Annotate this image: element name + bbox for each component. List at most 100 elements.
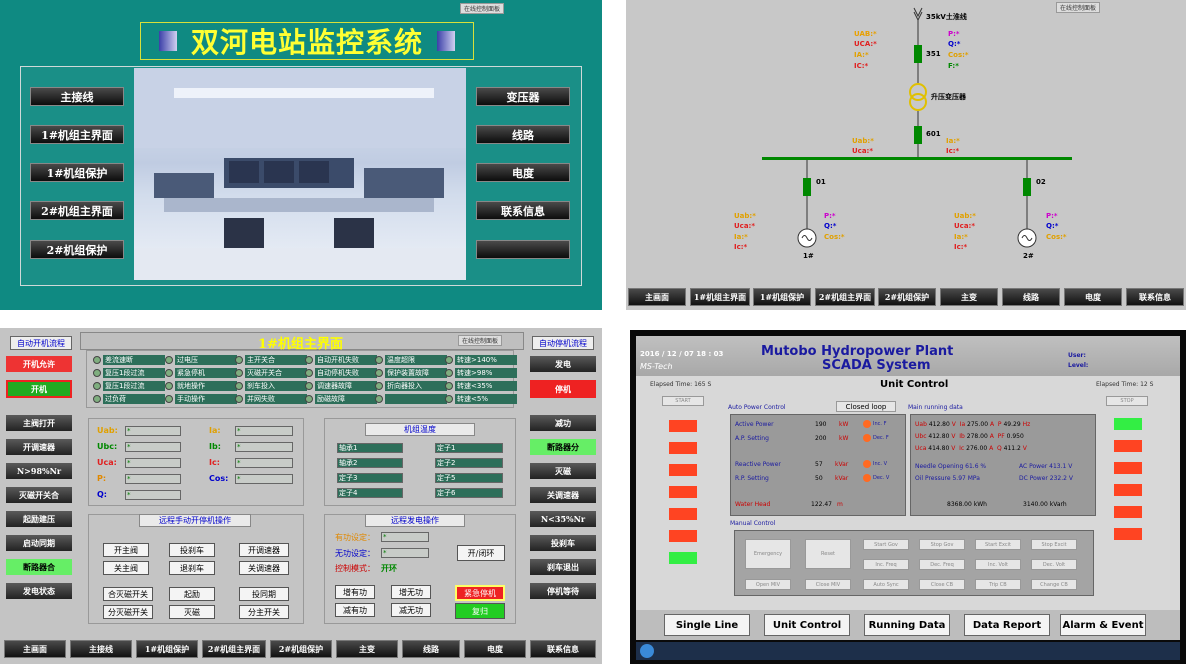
open-miv-button[interactable]: Open MIV <box>745 579 791 590</box>
change-cb-button[interactable]: Change CB <box>1031 579 1077 590</box>
start-button[interactable]: 开机 <box>6 380 72 398</box>
bearing2-temp: 轴承2 <box>337 458 403 468</box>
nav-unit1-protection[interactable]: 1#机组保护 <box>136 640 198 658</box>
g1-cos: Cos:* <box>824 233 845 241</box>
closed-loop-button[interactable]: Closed loop <box>836 401 896 412</box>
indicator: 转速>140% <box>445 355 517 365</box>
reset-button[interactable]: Reset <box>805 539 851 569</box>
stator5-temp: 定子5 <box>435 473 503 483</box>
nav-unit2-protection[interactable]: 2#机组保护 <box>878 288 936 306</box>
nav-unit2-protection[interactable]: 2#机组保护 <box>270 640 332 658</box>
unit1-main-button[interactable]: 1#机组主界面 <box>30 125 124 144</box>
nav-unit2-main[interactable]: 2#机组主界面 <box>815 288 875 306</box>
indicator: 折向器投入 <box>375 381 447 391</box>
main-wiring-button[interactable]: 主接线 <box>30 87 124 106</box>
nav-unit1-main[interactable]: 1#机组主界面 <box>690 288 750 306</box>
plant-title: Mutobo Hydropower Plant <box>761 344 954 359</box>
inc-f-lamp[interactable] <box>863 420 871 428</box>
start-button[interactable]: START <box>662 396 704 406</box>
blank-button[interactable] <box>476 240 570 259</box>
alarm-event-tab[interactable]: Alarm & Event <box>1060 614 1146 636</box>
decrease-active-button[interactable]: 减有功 <box>335 603 375 617</box>
nav-energy[interactable]: 电度 <box>464 640 526 658</box>
open-governor-button[interactable]: 开调速器 <box>239 543 289 557</box>
nav-unit1-protection[interactable]: 1#机组保护 <box>753 288 811 306</box>
nav-energy[interactable]: 电度 <box>1064 288 1122 306</box>
reactive-setpoint-input[interactable]: * <box>381 548 429 558</box>
dec-volt-button[interactable]: Dec. Volt <box>1031 559 1077 570</box>
energy-kwh: 8368.00 kWh <box>947 501 987 508</box>
emergency-button[interactable]: Emergency <box>745 539 791 569</box>
unit2-protection-button[interactable]: 2#机组保护 <box>30 240 124 259</box>
start-gov-button[interactable]: Start Gov <box>863 539 909 550</box>
line-button[interactable]: 线路 <box>476 125 570 144</box>
emergency-stop-button[interactable]: 紧急停机 <box>455 585 505 601</box>
nav-unit2-main[interactable]: 2#机组主界面 <box>202 640 266 658</box>
unit-control-tab[interactable]: Unit Control <box>764 614 850 636</box>
open-main-valve-button[interactable]: 开主阀 <box>103 543 149 557</box>
sync-on-button[interactable]: 投同期 <box>239 587 289 601</box>
stator4-temp: 定子4 <box>337 488 403 498</box>
decrease-reactive-button[interactable]: 减无功 <box>391 603 431 617</box>
step-brake-off: 刹车退出 <box>530 559 596 575</box>
water-head-unit: m <box>837 501 843 508</box>
single-line-tab[interactable]: Single Line <box>664 614 750 636</box>
close-miv-button[interactable]: Close MIV <box>805 579 851 590</box>
close-cb-button[interactable]: Close CB <box>919 579 965 590</box>
energy-button[interactable]: 电度 <box>476 163 570 182</box>
q-field: * <box>125 490 181 500</box>
stop-step <box>1114 440 1142 452</box>
unit1-protection-button[interactable]: 1#机组保护 <box>30 163 124 182</box>
nav-main[interactable]: 主画面 <box>628 288 686 306</box>
indicator: 复压1段过流 <box>93 368 165 378</box>
transformer-button[interactable]: 变压器 <box>476 87 570 106</box>
increase-reactive-button[interactable]: 增无功 <box>391 585 431 599</box>
close-main-valve-button[interactable]: 关主阀 <box>103 561 149 575</box>
close-field-breaker-button[interactable]: 合灭磁开关 <box>103 587 153 601</box>
nav-line[interactable]: 线路 <box>1002 288 1060 306</box>
step-stop-wait: 停机等待 <box>530 583 596 599</box>
stop-button[interactable]: STOP <box>1106 396 1148 406</box>
nav-main-transformer[interactable]: 主变 <box>336 640 398 658</box>
trip-cb-button[interactable]: Trip CB <box>975 579 1021 590</box>
transformer-label: 升压变压器 <box>931 93 966 101</box>
auto-sync-button[interactable]: Auto Sync <box>863 579 909 590</box>
running-data-tab[interactable]: Running Data <box>864 614 950 636</box>
close-governor-button[interactable]: 关调速器 <box>239 561 289 575</box>
unit2-main-button[interactable]: 2#机组主界面 <box>30 201 124 220</box>
dec-v-lamp[interactable] <box>863 474 871 482</box>
nav-main[interactable]: 主画面 <box>4 640 66 658</box>
nav-contact[interactable]: 联系信息 <box>530 640 596 658</box>
data-report-tab[interactable]: Data Report <box>964 614 1050 636</box>
stop-button[interactable]: 停机 <box>530 380 596 398</box>
dec-f-lamp[interactable] <box>863 434 871 442</box>
stop-gov-button[interactable]: Stop Gov <box>919 539 965 550</box>
nav-line[interactable]: 线路 <box>402 640 460 658</box>
open-field-breaker-button[interactable]: 分灭磁开关 <box>103 605 153 619</box>
brake-on-button[interactable]: 投刹车 <box>169 543 215 557</box>
start-excit-button[interactable]: Start Excit <box>975 539 1021 550</box>
increase-active-button[interactable]: 增有功 <box>335 585 375 599</box>
active-setpoint-input[interactable]: * <box>381 532 429 542</box>
inc-freq-button[interactable]: Inc. Freq <box>863 559 909 570</box>
cos-value: Cos:* <box>948 51 969 59</box>
g2-ic: Ic:* <box>954 243 968 251</box>
start-step <box>669 442 697 454</box>
start-orb-icon[interactable] <box>640 644 654 658</box>
de-excite-button[interactable]: 灭磁 <box>169 605 215 619</box>
brake-off-button[interactable]: 退刹车 <box>169 561 215 575</box>
manual-control-panel: Emergency Reset Start Gov Stop Gov Start… <box>734 530 1094 596</box>
active-setpoint-label: 有功设定： <box>335 533 375 542</box>
stop-excit-button[interactable]: Stop Excit <box>1031 539 1077 550</box>
open-main-breaker-button[interactable]: 分主开关 <box>239 605 289 619</box>
dec-freq-button[interactable]: Dec. Freq <box>919 559 965 570</box>
reset-button[interactable]: 复归 <box>455 603 505 619</box>
excite-button[interactable]: 起励 <box>169 587 215 601</box>
inc-v-lamp[interactable] <box>863 460 871 468</box>
nav-contact[interactable]: 联系信息 <box>1126 288 1184 306</box>
nav-main-wiring[interactable]: 主接线 <box>70 640 132 658</box>
loop-toggle-button[interactable]: 开/闭环 <box>457 545 505 561</box>
contact-info-button[interactable]: 联系信息 <box>476 201 570 220</box>
inc-volt-button[interactable]: Inc. Volt <box>975 559 1021 570</box>
nav-main-transformer[interactable]: 主变 <box>940 288 998 306</box>
